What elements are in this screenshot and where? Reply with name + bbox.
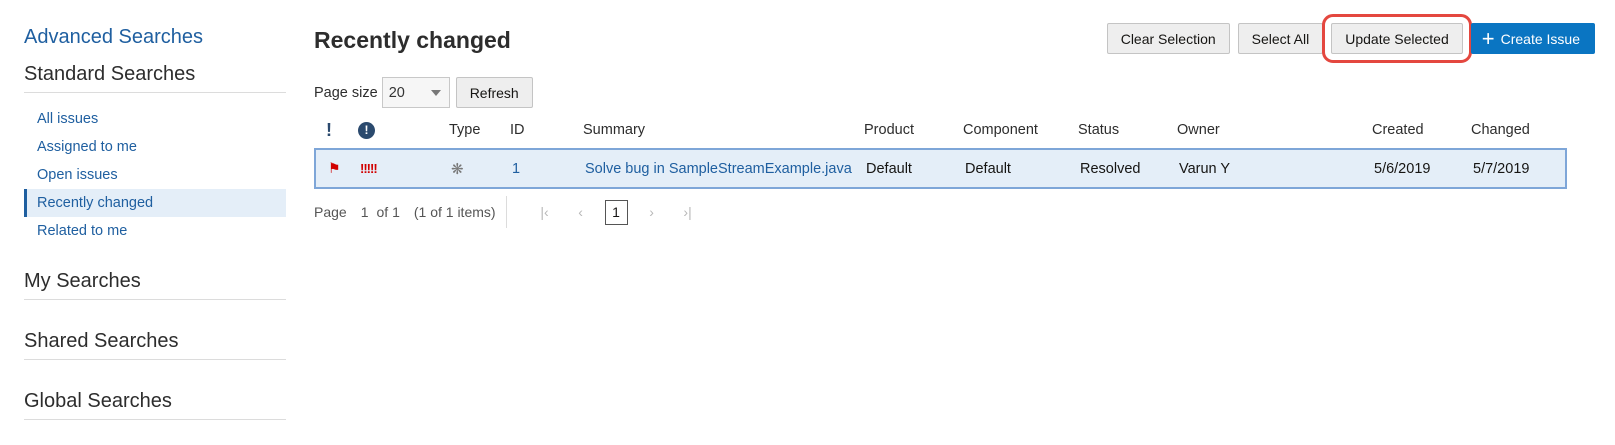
exclamation-icon: ! [326, 119, 332, 140]
standard-searches-list: All issues Assigned to me Open issues Re… [24, 105, 286, 245]
priority-cell: !!!!! [350, 161, 451, 177]
create-issue-label: Create Issue [1500, 30, 1580, 47]
sidebar-item-related-to-me[interactable]: Related to me [24, 217, 286, 245]
last-page-icon[interactable]: ›| [670, 204, 706, 220]
pagination: Page 1 of 1 (1 of 1 items) |‹ ‹ 1 › ›| [314, 196, 706, 228]
sidebar-item-assigned-to-me[interactable]: Assigned to me [24, 133, 286, 161]
product-cell: Default [866, 160, 912, 177]
previous-page-icon[interactable]: ‹ [563, 204, 599, 220]
plus-icon: + [1481, 25, 1495, 51]
page-total: of 1 [376, 204, 400, 220]
column-header-owner[interactable]: Owner [1177, 122, 1372, 138]
flag-cell: ⚑ [316, 160, 350, 177]
table-header: ! ! Type ID Summary Product Component St… [314, 112, 1567, 148]
page-size-label: Page size [314, 84, 378, 101]
first-page-icon[interactable]: |‹ [527, 204, 563, 220]
next-page-icon[interactable]: › [634, 204, 670, 220]
select-all-button[interactable]: Select All [1237, 23, 1324, 54]
column-header-flag[interactable]: ! [314, 120, 348, 141]
created-cell: 5/6/2019 [1374, 160, 1431, 177]
priority-circle-icon: ! [358, 121, 375, 139]
owner-cell: Varun Y [1179, 160, 1231, 177]
shared-searches-heading[interactable]: Shared Searches [24, 330, 286, 360]
page-title: Recently changed [314, 27, 511, 53]
create-issue-button[interactable]: + Create Issue [1470, 23, 1595, 54]
current-page: 1 [360, 204, 369, 220]
component-cell: Default [965, 160, 1011, 177]
issue-summary-link[interactable]: Solve bug in SampleStreamExample.java [585, 161, 866, 177]
priority-critical-icon: !!!!! [360, 160, 378, 176]
column-header-type[interactable]: Type [449, 122, 510, 138]
column-header-id[interactable]: ID [510, 122, 583, 138]
pager-divider [505, 196, 507, 228]
items-count: (1 of 1 items) [413, 204, 496, 220]
column-header-status[interactable]: Status [1078, 122, 1177, 138]
clear-selection-button[interactable]: Clear Selection [1106, 23, 1230, 54]
advanced-searches-link[interactable]: Advanced Searches [24, 26, 286, 49]
standard-searches-heading: Standard Searches [24, 63, 286, 93]
column-header-created[interactable]: Created [1372, 122, 1471, 138]
refresh-button[interactable]: Refresh [455, 77, 533, 108]
global-searches-heading[interactable]: Global Searches [24, 390, 286, 420]
page-size-row: Page size 20 Refresh [314, 77, 533, 108]
issue-id-link[interactable]: 1 [512, 161, 585, 177]
table-row[interactable]: ⚑ !!!!! ❋ 1 Solve bug in SampleStreamExa… [314, 148, 1567, 189]
update-selected-button[interactable]: Update Selected [1322, 14, 1472, 63]
sidebar-item-open-issues[interactable]: Open issues [24, 161, 286, 189]
changed-cell: 5/7/2019 [1473, 160, 1530, 177]
red-flag-icon: ⚑ [328, 160, 341, 176]
status-cell: Resolved [1080, 160, 1141, 177]
sidebar-item-all-issues[interactable]: All issues [24, 105, 286, 133]
chevron-down-icon [430, 89, 441, 96]
page-number-button[interactable]: 1 [604, 199, 628, 225]
bug-icon: ❋ [451, 160, 464, 178]
page-size-select[interactable]: 20 [381, 77, 450, 108]
page-label: Page [314, 204, 347, 220]
my-searches-heading[interactable]: My Searches [24, 270, 286, 300]
column-header-summary[interactable]: Summary [583, 122, 864, 138]
issues-table: ! ! Type ID Summary Product Component St… [314, 112, 1567, 189]
page-size-value: 20 [388, 84, 405, 101]
column-header-priority[interactable]: ! [348, 121, 449, 139]
sidebar-item-recently-changed[interactable]: Recently changed [24, 189, 286, 217]
type-cell: ❋ [451, 160, 512, 178]
column-header-changed[interactable]: Changed [1471, 122, 1567, 138]
sidebar: Advanced Searches Standard Searches All … [24, 22, 286, 420]
toolbar: Clear Selection Select All Update Select… [1106, 14, 1595, 63]
column-header-component[interactable]: Component [963, 122, 1078, 138]
column-header-product[interactable]: Product [864, 122, 963, 138]
